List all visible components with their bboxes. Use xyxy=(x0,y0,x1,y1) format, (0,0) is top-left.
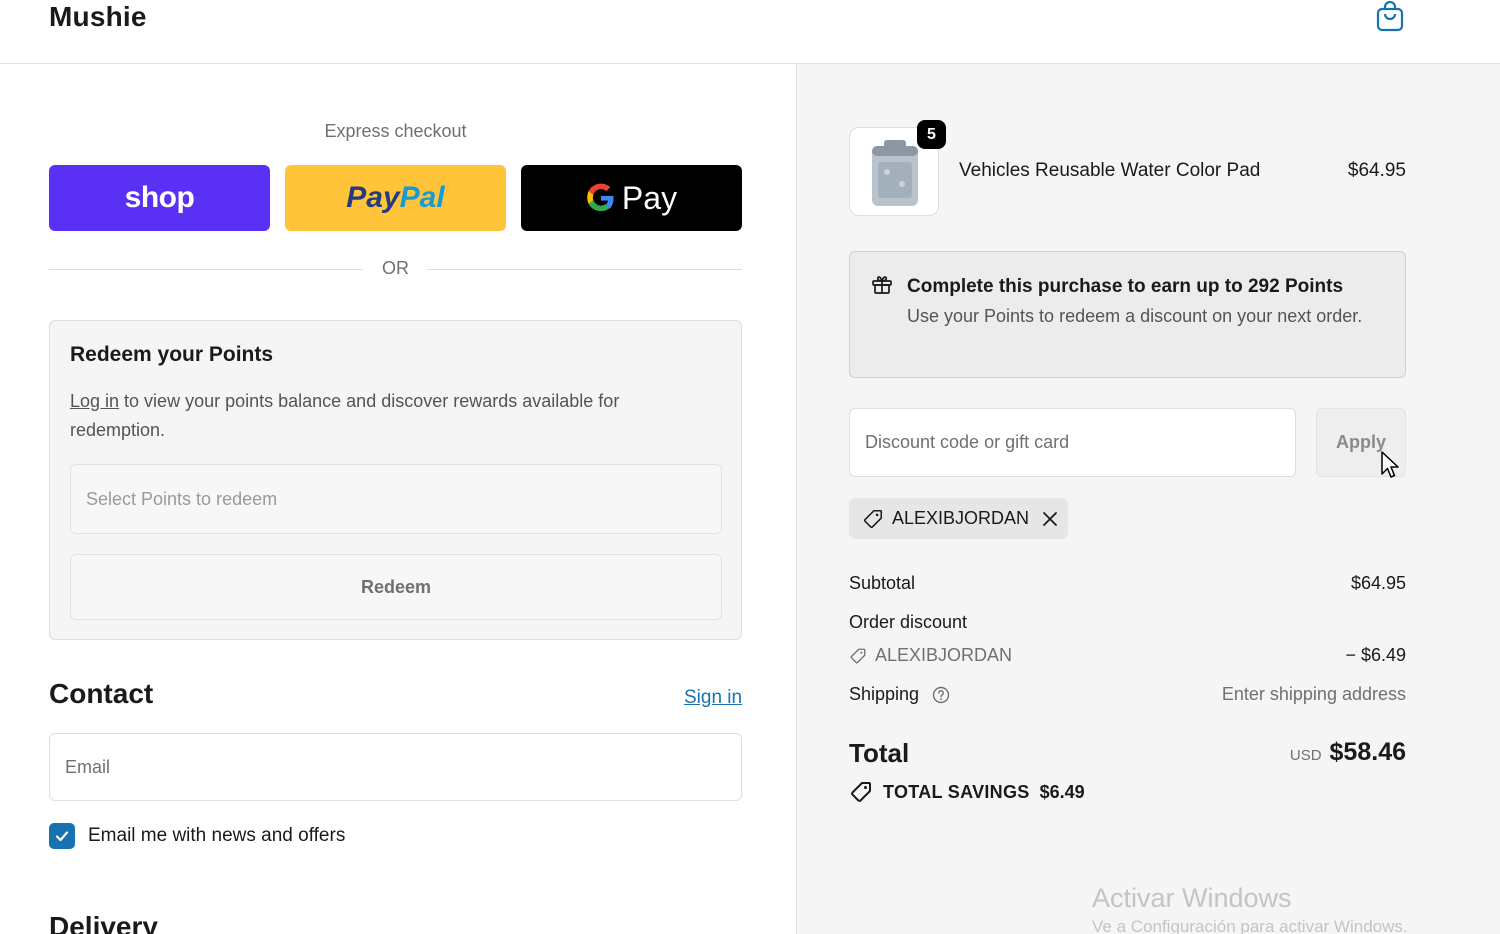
points-select[interactable]: Select Points to redeem xyxy=(70,464,722,534)
order-discount-code: ALEXIBJORDAN xyxy=(849,645,1012,666)
paypal-label-part1: Pay xyxy=(346,181,400,214)
contact-title: Contact xyxy=(49,678,154,709)
newsletter-label[interactable]: Email me with news and offers xyxy=(88,825,345,847)
site-header: Mushie xyxy=(0,0,1500,64)
total-savings-value: $6.49 xyxy=(1039,781,1085,802)
shipping-value: Enter shipping address xyxy=(1221,684,1406,704)
total-label: Total xyxy=(849,738,910,768)
email-field[interactable] xyxy=(50,734,741,800)
redeem-button[interactable]: Redeem xyxy=(70,554,722,620)
quantity-badge: 5 xyxy=(917,120,946,149)
gift-icon xyxy=(872,276,892,294)
or-divider: OR xyxy=(49,258,742,282)
shipping-label: Shipping xyxy=(849,684,920,704)
subtotal-label: Subtotal xyxy=(849,573,916,593)
currency-code: USD xyxy=(1289,747,1322,764)
redeem-title: Redeem your Points xyxy=(70,343,274,366)
sign-in-link[interactable]: Sign in xyxy=(684,687,742,709)
help-icon[interactable] xyxy=(932,686,950,704)
redeem-points-card: Redeem your Points Log in to view your p… xyxy=(49,320,742,640)
applied-discount-code: ALEXIBJORDAN xyxy=(892,508,1030,528)
shop-pay-label: shop xyxy=(124,181,195,214)
activation-watermark-subtitle: Ve a Configuración para activar Windows. xyxy=(1092,917,1408,934)
order-discount-value: − $6.49 xyxy=(1345,645,1406,665)
google-pay-label: Pay xyxy=(621,179,678,216)
email-field-wrapper xyxy=(49,733,742,801)
shop-pay-button[interactable]: shop xyxy=(49,165,270,231)
checkmark-icon xyxy=(55,831,69,842)
product-price: $64.95 xyxy=(1347,160,1406,181)
google-g-icon xyxy=(587,183,614,212)
express-checkout-label: Express checkout xyxy=(324,121,467,141)
applied-discount-tag: ALEXIBJORDAN xyxy=(849,498,1068,539)
delivery-title: Delivery xyxy=(49,911,158,934)
shopping-bag-icon[interactable] xyxy=(1375,0,1405,34)
earn-points-description: Use your Points to redeem a discount on … xyxy=(907,306,1363,326)
order-discount-label: Order discount xyxy=(849,612,968,632)
total-savings: TOTAL SAVINGS $6.49 xyxy=(849,780,1085,804)
tag-icon xyxy=(864,509,883,528)
points-select-placeholder: Select Points to redeem xyxy=(86,489,278,509)
total-amount: $58.46 xyxy=(1329,738,1406,766)
login-link[interactable]: Log in xyxy=(70,391,119,411)
brand-logo[interactable]: Mushie xyxy=(49,1,147,33)
discount-code-input[interactable] xyxy=(850,409,1295,476)
paypal-label-part2: Pal xyxy=(399,181,445,214)
product-name: Vehicles Reusable Water Color Pad xyxy=(959,160,1261,181)
subtotal-value: $64.95 xyxy=(1350,573,1406,593)
earn-points-title: Complete this purchase to earn up to 292… xyxy=(907,276,1344,297)
divider-line-right xyxy=(427,269,742,270)
tag-icon xyxy=(850,648,866,663)
newsletter-checkbox[interactable] xyxy=(49,823,75,849)
total-value-group: USD $58.46 xyxy=(1150,738,1406,767)
paypal-button[interactable]: Pay Pal xyxy=(285,165,506,231)
mouse-cursor-icon xyxy=(1381,451,1399,478)
order-discount-code-text: ALEXIBJORDAN xyxy=(875,645,1013,665)
discount-field-wrapper xyxy=(849,408,1296,477)
tag-icon xyxy=(851,782,871,802)
earn-points-banner: Complete this purchase to earn up to 292… xyxy=(849,251,1406,378)
redeem-description: Log in to view your points balance and d… xyxy=(70,387,710,445)
redeem-description-text: to view your points balance and discover… xyxy=(70,391,620,440)
total-savings-label: TOTAL SAVINGS xyxy=(883,781,1030,802)
google-pay-button[interactable]: Pay xyxy=(521,165,742,231)
activation-watermark-title: Activar Windows xyxy=(1092,883,1292,913)
close-icon[interactable] xyxy=(1041,510,1059,528)
